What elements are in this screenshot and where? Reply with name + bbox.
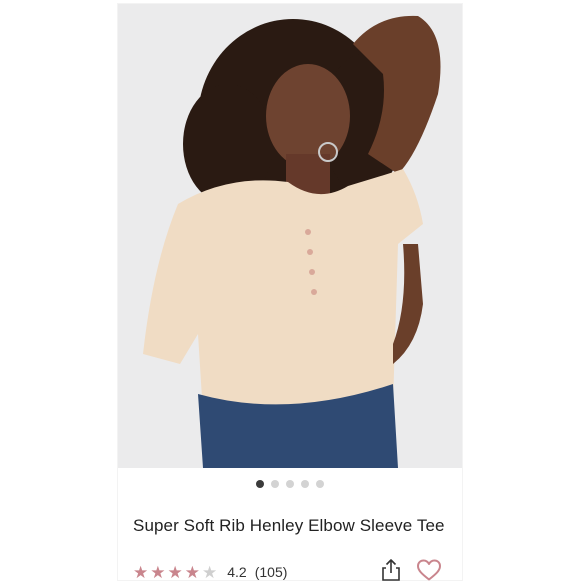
rating-value: 4.2 <box>227 564 247 580</box>
heart-icon <box>417 559 441 581</box>
share-icon <box>382 559 400 581</box>
rating-stars: ★ ★ ★ ★ ★ <box>133 564 217 581</box>
star-icon: ★ <box>133 562 149 582</box>
star-icon: ★ <box>184 562 200 582</box>
carousel-dot-4[interactable] <box>301 480 309 488</box>
carousel-dot-2[interactable] <box>271 480 279 488</box>
star-icon: ★ <box>167 562 183 582</box>
image-carousel-dots <box>118 477 462 491</box>
share-button[interactable] <box>380 558 402 582</box>
star-empty-icon: ★ <box>202 562 218 582</box>
carousel-dot-1[interactable] <box>256 480 264 488</box>
product-photo-illustration <box>118 4 462 468</box>
product-title[interactable]: Super Soft Rib Henley Elbow Sleeve Tee <box>133 516 453 536</box>
product-card[interactable]: Super Soft Rib Henley Elbow Sleeve Tee ★… <box>118 4 462 582</box>
product-rating[interactable]: ★ ★ ★ ★ ★ 4.2 (105) <box>133 560 458 584</box>
wishlist-button[interactable] <box>416 558 442 582</box>
star-icon: ★ <box>150 562 166 582</box>
carousel-dot-5[interactable] <box>316 480 324 488</box>
review-count[interactable]: (105) <box>255 564 288 580</box>
product-image[interactable] <box>118 4 462 468</box>
carousel-dot-3[interactable] <box>286 480 294 488</box>
